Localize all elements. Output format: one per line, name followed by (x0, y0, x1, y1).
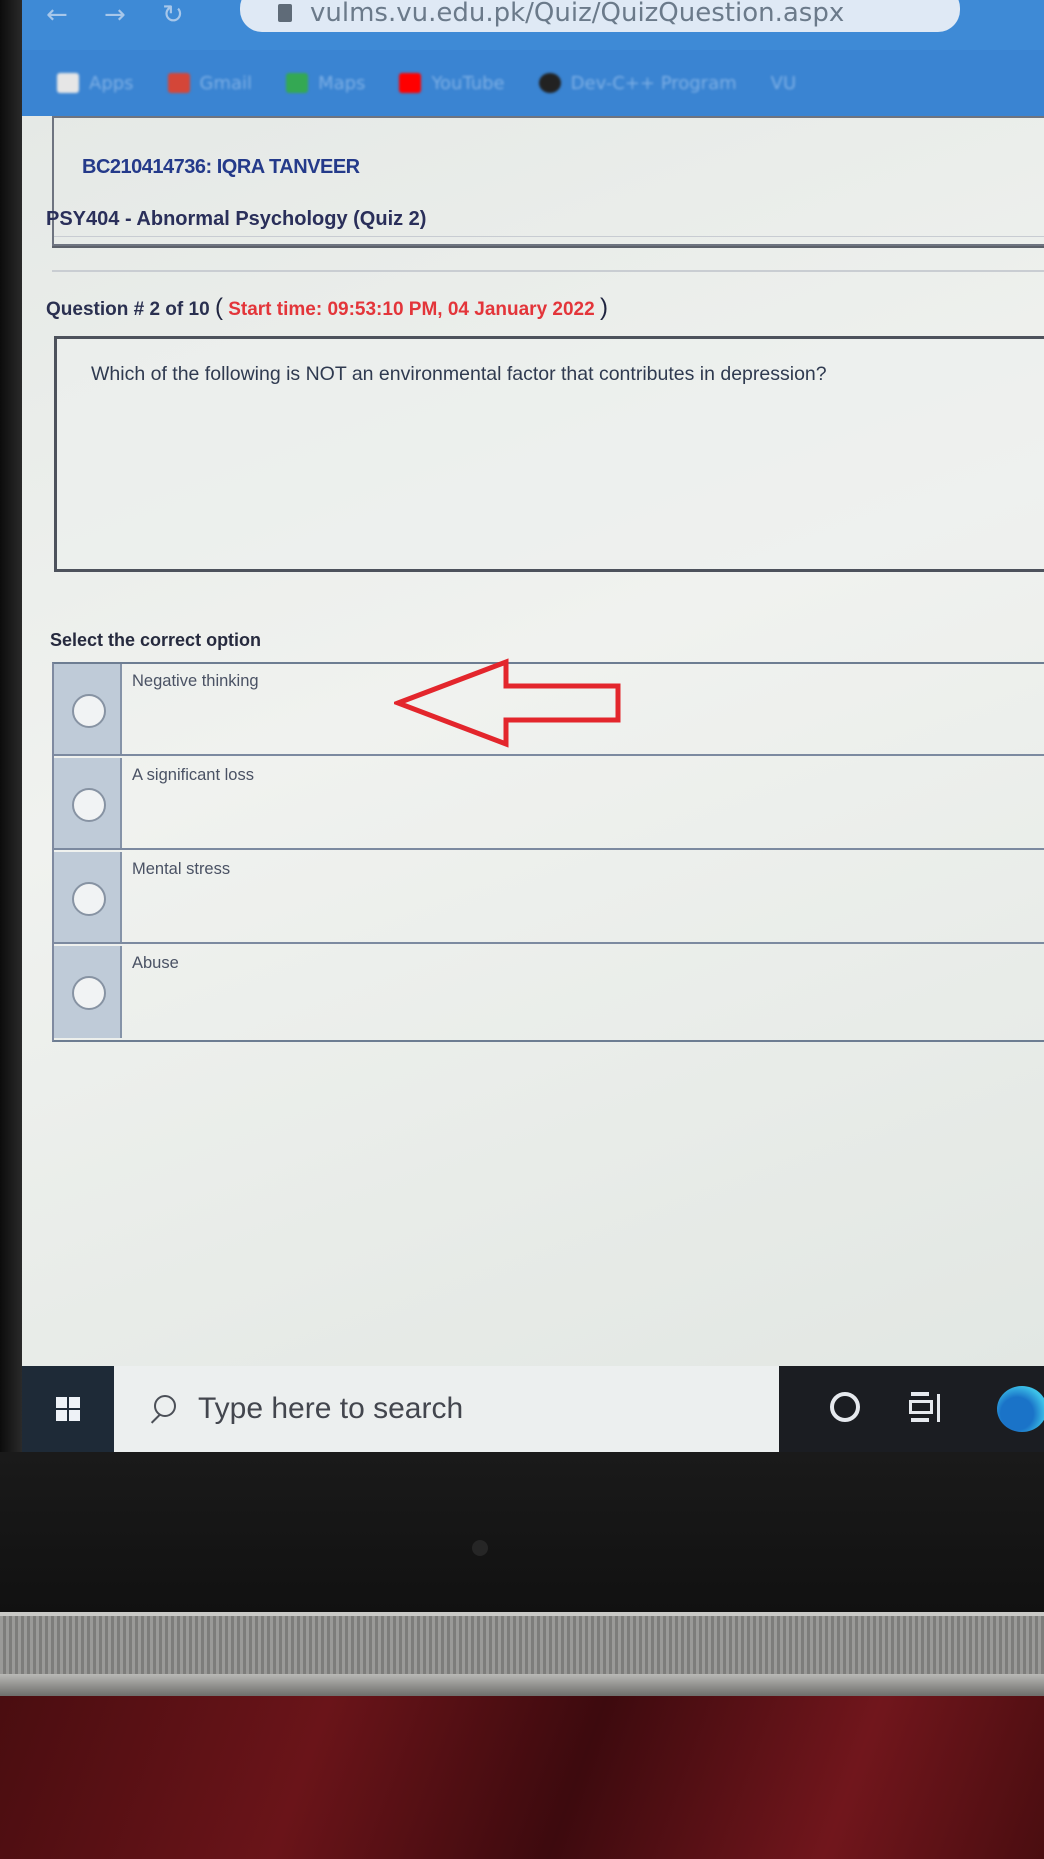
lock-icon (278, 4, 292, 22)
search-icon (148, 1395, 176, 1423)
devcpp-icon (538, 73, 561, 93)
windows-taskbar: Type here to search (22, 1366, 1044, 1452)
browser-toolbar: ← → ↻ vulms.vu.edu.pk/Quiz/QuizQuestion.… (22, 0, 1044, 50)
youtube-icon (399, 73, 422, 93)
bookmark-youtube[interactable]: YouTube (399, 72, 505, 94)
paren: ) (599, 294, 608, 321)
answer-options: Negative thinking A significant loss Men… (52, 662, 1044, 1042)
bookmark-label: YouTube (431, 72, 505, 94)
course-row (52, 116, 1044, 210)
select-option-label: Select the correct option (50, 630, 262, 650)
option-row[interactable]: A significant loss (54, 758, 1044, 850)
radio-button[interactable] (72, 788, 106, 822)
question-counter: Question # 2 of 10 (46, 299, 210, 320)
course-title: PSY404 - Abnormal Psychology (Quiz 2) (46, 208, 427, 230)
paren: ( (214, 294, 223, 321)
option-label: Negative thinking (132, 672, 259, 690)
option-row[interactable]: Negative thinking (54, 664, 1044, 756)
radio-button[interactable] (72, 882, 106, 916)
laptop-hinge-edge (0, 1674, 1044, 1696)
laptop-bezel-left (0, 0, 22, 1600)
address-bar[interactable]: vulms.vu.edu.pk/Quiz/QuizQuestion.aspx (240, 0, 960, 32)
laptop-screen: ← → ↻ vulms.vu.edu.pk/Quiz/QuizQuestion.… (22, 0, 1044, 1452)
url-text: vulms.vu.edu.pk/Quiz/QuizQuestion.aspx (310, 0, 845, 28)
task-view-icon[interactable] (907, 1388, 943, 1428)
bookmark-label: Gmail (199, 72, 253, 94)
bookmark-maps[interactable]: Maps (286, 73, 365, 94)
bookmark-apps[interactable]: Apps (57, 73, 134, 94)
start-time: Start time: 09:53:10 PM, 04 January 2022 (228, 299, 595, 320)
forward-arrow-icon[interactable]: → (104, 0, 134, 30)
apps-grid-icon (57, 73, 79, 93)
bookmark-label: Apps (89, 72, 134, 94)
radio-cell (54, 852, 122, 942)
maps-icon (286, 73, 309, 93)
search-placeholder: Type here to search (198, 1392, 464, 1425)
radio-button[interactable] (72, 976, 106, 1010)
radio-cell (54, 946, 122, 1038)
radio-cell (54, 758, 122, 848)
bookmark-label: Dev-C++ Program (570, 72, 737, 94)
bookmark-gmail[interactable]: Gmail (167, 72, 253, 94)
gmail-icon (167, 73, 190, 93)
reload-icon[interactable]: ↻ (162, 0, 192, 30)
bookmarks-bar: Apps Gmail Maps YouTube Dev-C++ Program … (22, 50, 1044, 116)
question-text: Which of the following is NOT an environ… (91, 363, 827, 385)
edge-browser-icon[interactable] (997, 1386, 1044, 1432)
question-header: Question # 2 of 10 ( Start time: 09:53:1… (46, 294, 608, 322)
divider (52, 246, 1044, 248)
option-row[interactable]: Abuse (54, 946, 1044, 1038)
windows-logo-icon (56, 1397, 80, 1421)
background-carpet (0, 1696, 1044, 1859)
bookmark-label: Maps (318, 72, 366, 94)
back-arrow-icon[interactable]: ← (46, 0, 76, 30)
option-row[interactable]: Mental stress (54, 852, 1044, 944)
bookmark-devcpp[interactable]: Dev-C++ Program (538, 72, 737, 94)
option-label: Abuse (132, 954, 179, 972)
laptop-hinge (0, 1612, 1044, 1674)
option-label: A significant loss (132, 766, 254, 784)
question-box: Which of the following is NOT an environ… (54, 336, 1044, 572)
radio-cell (54, 664, 122, 754)
taskbar-search-box[interactable]: Type here to search (114, 1366, 779, 1452)
divider (52, 270, 1044, 272)
quiz-page: BC210414736: IQRA TANVEER PSY404 - Abnor… (22, 116, 1044, 1366)
option-label: Mental stress (132, 860, 231, 878)
bezel-logo-icon (472, 1540, 488, 1556)
start-button[interactable] (22, 1366, 114, 1452)
bookmark-vu[interactable]: VU (771, 73, 797, 94)
laptop-lower-bezel (0, 1452, 1044, 1612)
divider (54, 236, 1044, 237)
radio-button[interactable] (72, 694, 106, 728)
cortana-icon[interactable] (830, 1392, 860, 1422)
bookmark-label: VU (770, 72, 797, 94)
